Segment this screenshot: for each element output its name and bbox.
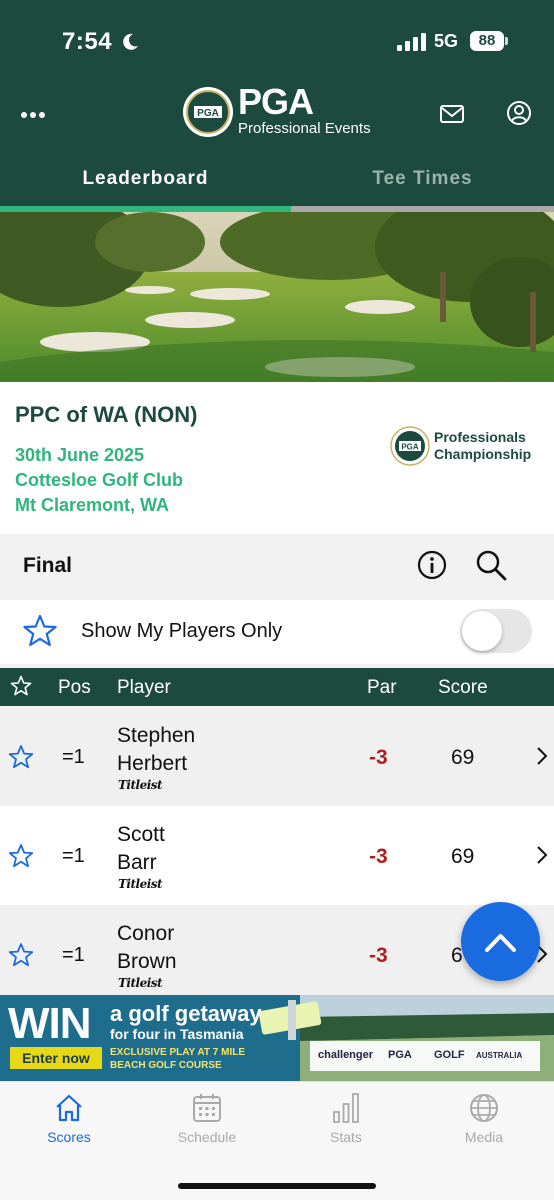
player-last-name: Herbert — [117, 752, 188, 775]
championship-line-1: Professionals — [434, 429, 526, 445]
row-pos: =1 — [62, 944, 85, 966]
round-status: Final — [23, 554, 73, 577]
player-first-name: Stephen — [117, 724, 196, 747]
show-my-players-toggle[interactable] — [460, 609, 532, 653]
mail-icon[interactable] — [438, 100, 466, 128]
ad-line-1: a golf getaway — [110, 1001, 262, 1026]
chevron-right-icon — [537, 747, 548, 765]
sponsor-logo: Titleist — [118, 976, 163, 990]
leaderboard-header: Pos Player Par Score — [0, 668, 554, 706]
championship-line-2: Championship — [434, 446, 532, 462]
battery-indicator: 88 — [470, 31, 504, 51]
row-par: -3 — [369, 845, 388, 868]
header-par: Par — [367, 677, 397, 698]
network-type: 5G — [434, 31, 459, 51]
more-dots-icon[interactable] — [20, 102, 46, 128]
tab-leaderboard[interactable]: Leaderboard — [0, 150, 291, 212]
nav-label-stats: Stats — [330, 1129, 362, 1145]
ad-line-2: for four in Tasmania — [110, 1026, 244, 1042]
search-icon[interactable] — [474, 548, 508, 582]
scroll-top-button[interactable] — [461, 902, 540, 981]
championship-badge-icon: PGA — [390, 426, 430, 466]
show-my-players-row: Show My Players Only — [0, 600, 554, 664]
player-last-name: Brown — [117, 950, 177, 973]
star-header-icon — [10, 675, 32, 696]
player-last-name: Barr — [117, 851, 157, 874]
nav-schedule[interactable]: Schedule — [160, 1082, 254, 1152]
tab-tee-times[interactable]: Tee Times — [291, 150, 554, 212]
tournament-date: 30th June 2025 — [15, 445, 145, 465]
favorite-star-icon[interactable] — [8, 744, 34, 770]
sponsor-australia: AUSTRALIA — [476, 1051, 523, 1060]
sponsor-pga: PGA — [388, 1049, 412, 1061]
nav-stats[interactable]: Stats — [299, 1082, 393, 1152]
player-first-name: Scott — [117, 823, 165, 846]
info-icon[interactable] — [416, 549, 448, 581]
user-icon[interactable] — [505, 99, 533, 127]
row-score: 69 — [451, 746, 475, 769]
ad-banner[interactable]: WIN a golf getaway for four in Tasmania … — [0, 995, 554, 1081]
pga-logo-text: PGA — [238, 81, 314, 122]
chevron-right-icon — [537, 846, 548, 864]
ad-headline: WIN — [8, 999, 92, 1048]
tournament-info: PPC of WA (NON) 30th June 2025 Cottesloe… — [0, 382, 554, 534]
header-score: Score — [438, 677, 488, 698]
battery-nub — [505, 37, 508, 45]
tournament-title: PPC of WA (NON) — [15, 402, 198, 427]
top-bar: 7:54 5G 88 PGA PGA Professional Events L… — [0, 0, 554, 212]
row-score: 69 — [451, 845, 475, 868]
table-row[interactable]: =1 Scott Barr Titleist -3 69 — [0, 806, 554, 905]
sponsor-logo: Titleist — [118, 778, 163, 792]
ad-fine-print: EXCLUSIVE PLAY AT 7 MILE BEACH GOLF COUR… — [110, 1047, 246, 1071]
pga-badge-logo: PGA — [183, 87, 233, 137]
nav-scores[interactable]: Scores — [22, 1082, 116, 1152]
ad-sponsor-strip: challenger PGA GOLF AUSTRALIA — [310, 1041, 540, 1071]
nav-media[interactable]: Media — [437, 1082, 531, 1152]
status-bar: 7:54 5G 88 — [0, 0, 554, 80]
favorite-star-icon[interactable] — [8, 843, 34, 869]
golf-bag-icon — [258, 1000, 322, 1040]
tab-bar: Leaderboard Tee Times — [0, 150, 554, 212]
sponsor-logo: Titleist — [118, 877, 163, 891]
row-pos: =1 — [62, 746, 85, 768]
nav-label-scores: Scores — [47, 1129, 91, 1145]
row-par: -3 — [369, 746, 388, 769]
row-par: -3 — [369, 944, 388, 967]
globe-icon — [470, 1094, 498, 1122]
svg-text:PGA: PGA — [197, 108, 219, 119]
nav-label-schedule: Schedule — [177, 1129, 237, 1145]
row-pos: =1 — [62, 845, 85, 867]
course-image — [0, 212, 554, 382]
app-screen: 7:54 5G 88 PGA PGA Professional Events L… — [0, 0, 554, 1200]
moon-icon — [123, 33, 138, 50]
ad-enter-now-button[interactable]: Enter now — [10, 1047, 102, 1069]
round-status-bar: Final — [0, 534, 554, 600]
table-row[interactable]: =1 Stephen Herbert Titleist -3 69 — [0, 707, 554, 806]
logo-subtitle: Professional Events — [238, 120, 371, 137]
tournament-location: Mt Claremont, WA — [15, 495, 170, 515]
show-my-players-label: Show My Players Only — [81, 620, 283, 642]
svg-text:PGA: PGA — [401, 443, 419, 452]
favorite-star-icon[interactable] — [8, 942, 34, 968]
header-pos: Pos — [58, 677, 91, 698]
app-header: PGA PGA Professional Events — [0, 80, 554, 150]
signal-icon — [397, 33, 426, 51]
chevron-up-icon — [485, 934, 516, 952]
tournament-venue: Cottesloe Golf Club — [15, 470, 183, 490]
star-icon — [23, 614, 57, 647]
bar-chart-icon — [333, 1093, 359, 1123]
nav-label-media: Media — [464, 1129, 504, 1145]
status-time: 7:54 — [62, 28, 113, 55]
header-player: Player — [117, 677, 171, 698]
sponsor-challenger: challenger — [318, 1049, 374, 1061]
home-indicator — [178, 1183, 376, 1189]
player-first-name: Conor — [117, 922, 175, 945]
toggle-knob — [462, 611, 502, 651]
calendar-icon — [193, 1094, 221, 1122]
home-icon — [56, 1094, 82, 1122]
sponsor-golf: GOLF — [434, 1049, 465, 1061]
championship-label: Professionals Championship — [434, 429, 531, 463]
